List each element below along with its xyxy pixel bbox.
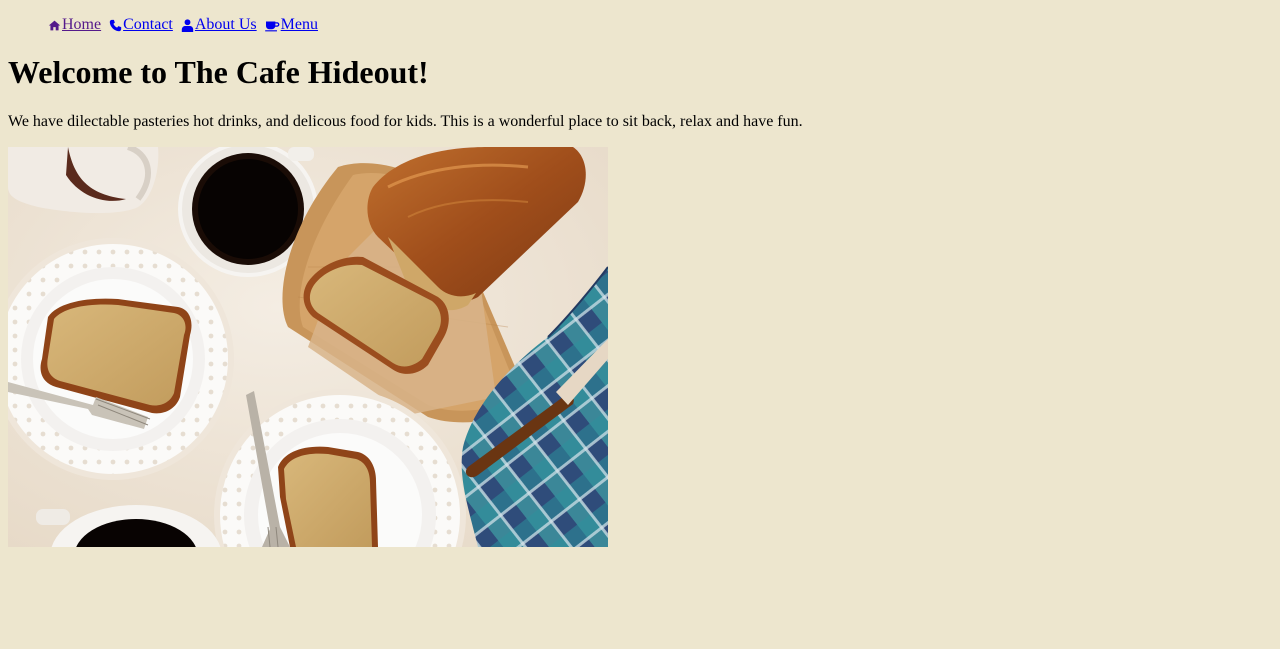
- coffee-cup-icon: [264, 20, 280, 31]
- nav-link-home-label: Home: [62, 16, 102, 33]
- nav-link-contact-label: Contact: [123, 16, 173, 33]
- home-icon: [48, 20, 61, 30]
- main-nav: Home Contact About Us Menu: [8, 16, 1272, 34]
- page-title: Welcome to The Cafe Hideout!: [8, 54, 429, 90]
- phone-icon: [109, 19, 122, 31]
- intro-text: We have dilectable pasteries hot drinks,…: [8, 113, 803, 130]
- nav-link-about[interactable]: About Us: [181, 16, 257, 34]
- page: Home Contact About Us Menu Welcome to Th…: [0, 16, 1280, 547]
- hero-image: [8, 147, 608, 547]
- nav-link-about-label: About Us: [194, 16, 257, 33]
- nav-link-home[interactable]: Home: [48, 16, 101, 34]
- nav-link-menu[interactable]: Menu: [264, 16, 318, 34]
- nav-link-menu-label: Menu: [280, 16, 318, 33]
- user-icon: [181, 18, 194, 32]
- nav-link-contact[interactable]: Contact: [109, 16, 173, 34]
